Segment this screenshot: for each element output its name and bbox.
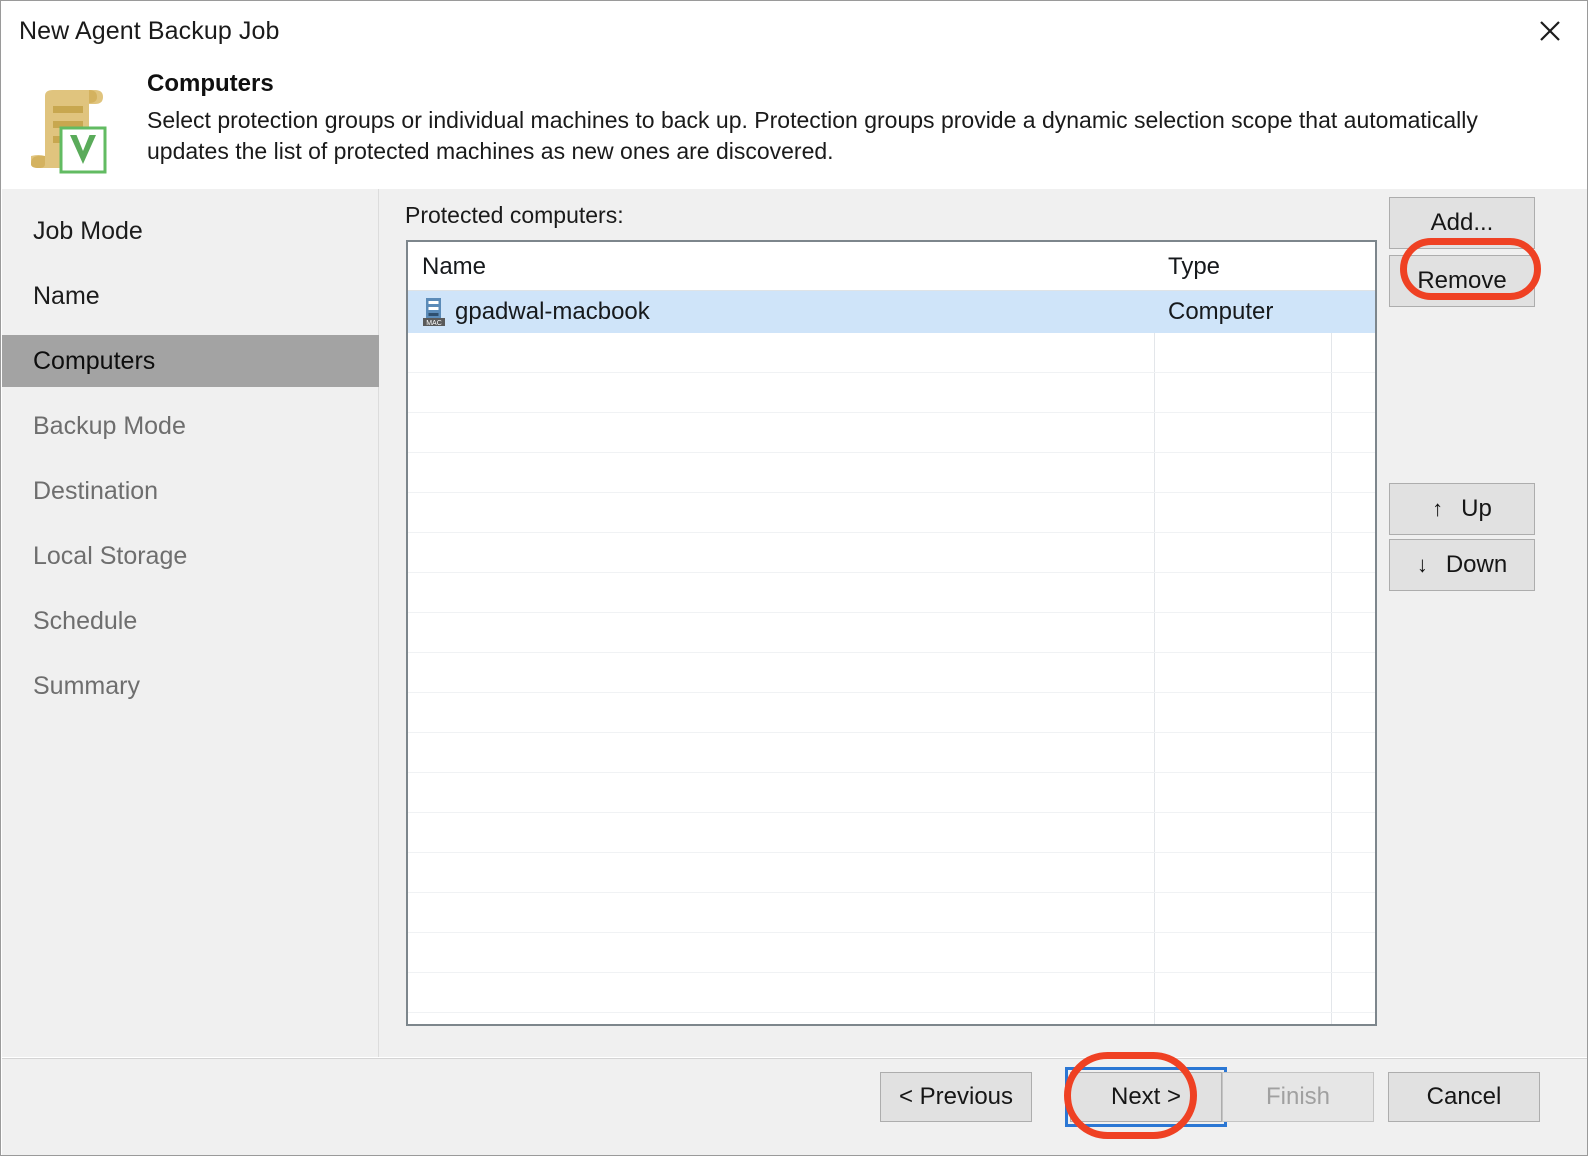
table-row-empty[interactable] (408, 813, 1375, 853)
table-row-empty[interactable] (408, 773, 1375, 813)
table-row-empty[interactable] (408, 333, 1375, 373)
add-button-label: Add... (1430, 209, 1494, 236)
table-row-empty[interactable] (408, 973, 1375, 1013)
sidebar-item-label: Computers (33, 346, 156, 375)
previous-button[interactable]: < Previous (880, 1072, 1032, 1122)
wizard-header: Computers Select protection groups or in… (1, 61, 1587, 189)
column-header-name[interactable]: Name (422, 242, 486, 291)
sidebar-item-destination[interactable]: Destination (2, 465, 379, 517)
wizard-footer: < Previous Next > Finish Cancel (2, 1058, 1587, 1155)
table-row-empty[interactable] (408, 573, 1375, 613)
move-down-button-label: Down (1445, 551, 1508, 578)
move-up-button-label: Up (1461, 495, 1492, 522)
window-title: New Agent Backup Job (19, 17, 280, 45)
cancel-button[interactable]: Cancel (1388, 1072, 1540, 1122)
next-button-label: Next > (1110, 1083, 1182, 1110)
sidebar-item-label: Job Mode (33, 216, 143, 245)
sidebar-item-job-mode[interactable]: Job Mode (2, 205, 379, 257)
page-description: Select protection groups or individual m… (147, 107, 1478, 164)
finish-button: Finish (1222, 1072, 1374, 1122)
table-row-empty[interactable] (408, 533, 1375, 573)
page-title: Computers (147, 70, 274, 97)
sidebar-item-computers[interactable]: Computers (2, 335, 379, 387)
sidebar-item-label: Summary (33, 671, 140, 700)
protected-computers-label: Protected computers: (405, 202, 624, 228)
next-button[interactable]: Next > (1065, 1067, 1227, 1127)
sidebar-item-label: Schedule (33, 606, 138, 635)
sidebar-item-summary[interactable]: Summary (2, 660, 379, 712)
table-row-empty[interactable] (408, 933, 1375, 973)
svg-text:MAC: MAC (426, 320, 442, 327)
new-agent-backup-job-dialog: New Agent Backup Job Computers Select pr… (0, 0, 1588, 1156)
table-row-empty[interactable] (408, 453, 1375, 493)
veeam-job-scroll-icon (17, 78, 113, 174)
sidebar-item-local-storage[interactable]: Local Storage (2, 530, 379, 582)
add-button[interactable]: Add... (1389, 197, 1535, 249)
cell-type: Computer (1168, 297, 1274, 325)
table-row[interactable]: MAC gpadwal-macbook Computer (408, 291, 1375, 333)
main-panel: Protected computers: Name Type MAC gpadw… (380, 189, 1587, 1057)
title-bar: New Agent Backup Job (1, 1, 1587, 61)
cancel-button-label: Cancel (1426, 1083, 1502, 1110)
table-row-empty[interactable] (408, 493, 1375, 533)
table-row-empty[interactable] (408, 653, 1375, 693)
sidebar-item-label: Destination (33, 476, 159, 505)
sidebar-item-backup-mode[interactable]: Backup Mode (2, 400, 379, 452)
sidebar-item-name[interactable]: Name (2, 270, 379, 322)
wizard-body: Job Mode Name Computers Backup Mode Dest… (2, 189, 1587, 1057)
table-row-empty[interactable] (408, 733, 1375, 773)
table-body: MAC gpadwal-macbook Computer (408, 291, 1375, 1024)
finish-button-label: Finish (1265, 1083, 1331, 1110)
wizard-step-sidebar: Job Mode Name Computers Backup Mode Dest… (2, 189, 379, 1057)
arrow-up-icon: ↑ (1432, 496, 1444, 521)
column-header-type[interactable]: Type (1168, 242, 1220, 291)
computer-name: gpadwal-macbook (455, 297, 650, 325)
table-row-empty[interactable] (408, 693, 1375, 733)
move-down-button[interactable]: ↓ Down (1389, 539, 1535, 591)
table-row-empty[interactable] (408, 413, 1375, 453)
cell-name: MAC gpadwal-macbook (422, 291, 650, 332)
protected-computers-table[interactable]: Name Type MAC gpadwal-macbook Computer (406, 240, 1377, 1026)
sidebar-item-label: Name (33, 281, 100, 310)
table-header-row: Name Type (408, 242, 1375, 291)
table-row-empty[interactable] (408, 373, 1375, 413)
table-row-empty[interactable] (408, 853, 1375, 893)
remove-button[interactable]: Remove (1389, 255, 1535, 307)
sidebar-item-label: Local Storage (33, 541, 188, 570)
previous-button-label: < Previous (898, 1083, 1014, 1110)
sidebar-item-schedule[interactable]: Schedule (2, 595, 379, 647)
remove-button-label: Remove (1417, 267, 1507, 294)
table-row-empty[interactable] (408, 893, 1375, 933)
table-row-empty[interactable] (408, 613, 1375, 653)
close-icon[interactable] (1523, 7, 1577, 55)
mac-computer-icon: MAC (423, 297, 445, 327)
move-up-button[interactable]: ↑ Up (1389, 483, 1535, 535)
sidebar-item-label: Backup Mode (33, 411, 186, 440)
arrow-down-icon: ↓ (1416, 552, 1428, 577)
